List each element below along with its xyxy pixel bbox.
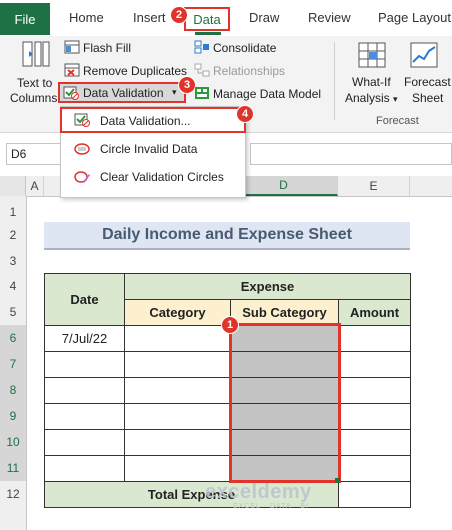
date-cell[interactable] [44, 351, 125, 378]
row-header-11[interactable]: 11 [0, 455, 26, 481]
what-if-label-2[interactable]: Analysis ▾ [345, 91, 398, 105]
column-header-a[interactable]: A [26, 176, 44, 196]
select-all-corner[interactable] [0, 176, 26, 196]
chevron-down-icon[interactable]: ▾ [172, 87, 177, 98]
relationships-icon [194, 63, 210, 80]
date-cell[interactable] [44, 455, 125, 482]
row-header-6[interactable]: 6 [0, 325, 26, 351]
what-if-analysis-icon [358, 42, 388, 73]
table-cell[interactable] [124, 351, 231, 378]
menu-item-clear-validation-circles[interactable]: Clear Validation Circles [100, 170, 224, 184]
what-if-label-1[interactable]: What-If [352, 75, 391, 89]
flash-fill-icon [64, 40, 80, 57]
row-header-2[interactable]: 2 [0, 222, 26, 248]
flash-fill-button[interactable]: Flash Fill [83, 41, 131, 55]
menu-item-data-validation[interactable]: Data Validation... [100, 114, 191, 128]
row-header-12[interactable]: 12 [0, 481, 26, 507]
row-header-1[interactable]: 1 [0, 201, 26, 222]
row-header-3[interactable]: 3 [0, 248, 26, 273]
tab-insert[interactable]: Insert [133, 10, 166, 25]
table-cell[interactable] [338, 377, 411, 404]
formula-input[interactable] [250, 143, 452, 165]
name-box[interactable]: D6 [6, 143, 62, 165]
watermark-tagline: EXCEL · DATA · BI [233, 503, 309, 510]
expense-header-cell[interactable]: Expense [124, 273, 411, 300]
forecast-sheet-icon [410, 42, 440, 73]
manage-data-model-icon [194, 86, 210, 103]
table-cell[interactable] [124, 377, 231, 404]
chevron-down-icon: ▾ [393, 94, 398, 104]
row-header-5[interactable]: 5 [0, 299, 26, 325]
row-header-7[interactable]: 7 [0, 351, 26, 377]
row-header-9[interactable]: 9 [0, 403, 26, 429]
relationships-button[interactable]: Relationships [213, 64, 285, 78]
clear-validation-circles-icon [74, 170, 90, 187]
text-to-columns-label-2[interactable]: Columns [10, 91, 57, 105]
step-badge-4: 4 [236, 105, 254, 123]
column-header-d[interactable]: D [230, 176, 338, 196]
forecast-sheet-label-2[interactable]: Sheet [412, 91, 443, 105]
tab-draw[interactable]: Draw [249, 10, 279, 25]
row-header-10[interactable]: 10 [0, 429, 26, 455]
watermark-logo: exceldemy [205, 481, 312, 503]
step-badge-2: 2 [170, 6, 188, 24]
forecast-sheet-label-1[interactable]: Forecast [404, 75, 451, 89]
sheet-title[interactable]: Daily Income and Expense Sheet [44, 222, 410, 250]
forecast-group-label: Forecast [376, 115, 419, 127]
what-if-label-text: Analysis [345, 91, 390, 105]
category-header-cell[interactable]: Category [124, 299, 231, 326]
table-cell[interactable] [338, 325, 411, 352]
selected-range-highlight [229, 323, 341, 483]
amount-header-cell[interactable]: Amount [338, 299, 411, 326]
table-cell[interactable] [338, 351, 411, 378]
row-header-4[interactable]: 4 [0, 273, 26, 299]
data-validation-button[interactable]: Data Validation [83, 86, 164, 100]
data-validation-icon [63, 86, 79, 103]
date-cell[interactable] [44, 403, 125, 430]
table-cell[interactable] [338, 403, 411, 430]
tab-file[interactable]: File [0, 3, 50, 35]
remove-duplicates-button[interactable]: Remove Duplicates [83, 64, 187, 78]
table-cell[interactable] [338, 429, 411, 456]
date-header-cell[interactable]: Date [44, 273, 125, 326]
manage-data-model-button[interactable]: Manage Data Model [213, 87, 321, 101]
table-cell[interactable] [338, 455, 411, 482]
subcategory-header-cell[interactable]: Sub Category [230, 299, 339, 326]
date-cell[interactable] [44, 429, 125, 456]
tab-page-layout[interactable]: Page Layout [378, 10, 451, 25]
fill-handle[interactable] [335, 478, 340, 483]
table-cell[interactable] [124, 325, 231, 352]
total-amount-cell[interactable] [338, 481, 411, 508]
consolidate-icon [194, 40, 210, 57]
text-to-columns-label-1[interactable]: Text to [17, 76, 52, 90]
consolidate-button[interactable]: Consolidate [213, 41, 276, 55]
table-cell[interactable] [124, 403, 231, 430]
circle-invalid-data-icon [74, 142, 90, 159]
remove-duplicates-icon [64, 63, 80, 80]
tab-review[interactable]: Review [308, 10, 351, 25]
tab-home[interactable]: Home [69, 10, 104, 25]
data-validation-menu-icon [74, 113, 90, 130]
tab-data-underline [195, 32, 221, 35]
column-header-e[interactable]: E [338, 176, 410, 196]
table-cell[interactable] [124, 429, 231, 456]
menu-item-circle-invalid-data[interactable]: Circle Invalid Data [100, 142, 197, 156]
row-header-8[interactable]: 8 [0, 377, 26, 403]
step-badge-1: 1 [221, 316, 239, 334]
date-cell[interactable] [44, 377, 125, 404]
text-to-columns-icon [22, 40, 50, 73]
table-cell[interactable] [124, 455, 231, 482]
ribbon-separator [334, 42, 335, 120]
date-cell[interactable]: 7/Jul/22 [44, 325, 125, 352]
tab-data[interactable]: Data [184, 7, 230, 31]
